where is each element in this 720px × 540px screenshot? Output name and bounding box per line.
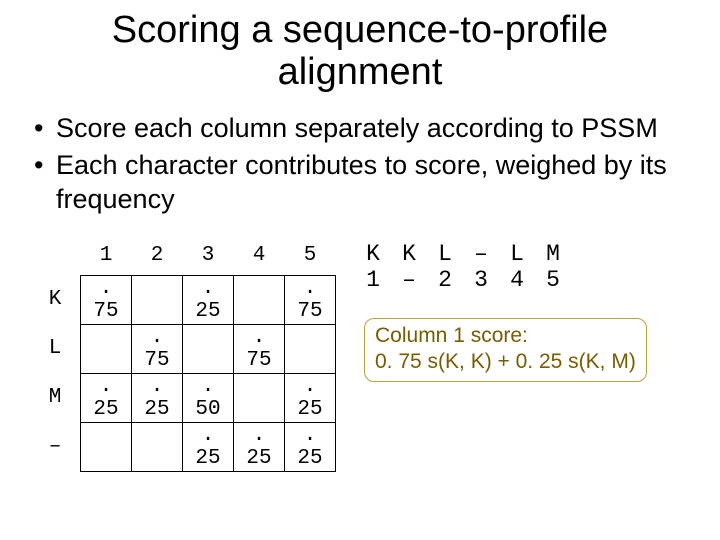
aln-cell: 5: [544, 267, 562, 293]
note-line-2: 0. 75 s(K, K) + 0. 25 s(K, M): [375, 350, 636, 373]
cell: . 75: [132, 324, 183, 373]
cell: [183, 324, 234, 373]
table-row: L . 75 . 75: [30, 324, 336, 373]
slide: Scoring a sequence-to-profile alignment …: [0, 0, 720, 492]
aln-cell: 4: [508, 267, 526, 293]
col-header: 1: [81, 237, 132, 276]
alignment-row: K K L – L M: [364, 241, 690, 267]
cell: [234, 275, 285, 324]
aln-cell: 3: [472, 267, 490, 293]
table-row: – . 25 . 25 . 25: [30, 422, 336, 471]
cell: . 25: [183, 275, 234, 324]
aln-cell: K: [400, 241, 418, 267]
cell: . 25: [183, 422, 234, 471]
cell: . 50: [183, 373, 234, 422]
cell: . 25: [132, 373, 183, 422]
cell: . 25: [234, 422, 285, 471]
col-header: 3: [183, 237, 234, 276]
bullet-list: Score each column separately according t…: [30, 112, 690, 217]
aln-cell: –: [400, 267, 418, 293]
aln-cell: 1: [364, 267, 382, 293]
cell: [234, 373, 285, 422]
col-header: 5: [285, 237, 336, 276]
right-column: K K L – L M 1 – 2 3 4 5 Column 1 score:: [364, 237, 690, 382]
score-note: Column 1 score: 0. 75 s(K, K) + 0. 25 s(…: [364, 318, 647, 383]
slide-title: Scoring a sequence-to-profile alignment: [30, 10, 690, 94]
aln-cell: L: [436, 241, 454, 267]
cell: . 25: [81, 373, 132, 422]
bottom-row: 1 2 3 4 5 K . 75 . 25 . 75 L: [30, 237, 690, 472]
cell: . 25: [285, 422, 336, 471]
bullet-item: Score each column separately according t…: [30, 112, 690, 146]
pssm-table: 1 2 3 4 5 K . 75 . 25 . 75 L: [30, 237, 336, 472]
col-header: 2: [132, 237, 183, 276]
alignment-row: 1 – 2 3 4 5: [364, 267, 690, 293]
col-header: 4: [234, 237, 285, 276]
aln-cell: 2: [436, 267, 454, 293]
table-corner: [30, 237, 81, 276]
row-label: L: [30, 324, 81, 373]
row-label: –: [30, 422, 81, 471]
table-row: K . 75 . 25 . 75: [30, 275, 336, 324]
cell: [132, 422, 183, 471]
table-row: M . 25 . 25 . 50 . 25: [30, 373, 336, 422]
row-label: K: [30, 275, 81, 324]
alignment-block: K K L – L M 1 – 2 3 4 5: [364, 241, 690, 294]
aln-cell: –: [472, 241, 490, 267]
cell: [81, 422, 132, 471]
note-line-1: Column 1 score:: [375, 324, 528, 347]
bullet-item: Each character contributes to score, wei…: [30, 149, 690, 217]
cell: [285, 324, 336, 373]
cell: . 75: [81, 275, 132, 324]
cell: . 75: [285, 275, 336, 324]
cell: [81, 324, 132, 373]
row-label: M: [30, 373, 81, 422]
title-line-1: Scoring a sequence-to-profile: [112, 9, 608, 51]
cell: . 25: [285, 373, 336, 422]
cell: . 75: [234, 324, 285, 373]
aln-cell: K: [364, 241, 382, 267]
title-line-2: alignment: [278, 51, 443, 93]
cell: [132, 275, 183, 324]
aln-cell: M: [544, 241, 562, 267]
aln-cell: L: [508, 241, 526, 267]
